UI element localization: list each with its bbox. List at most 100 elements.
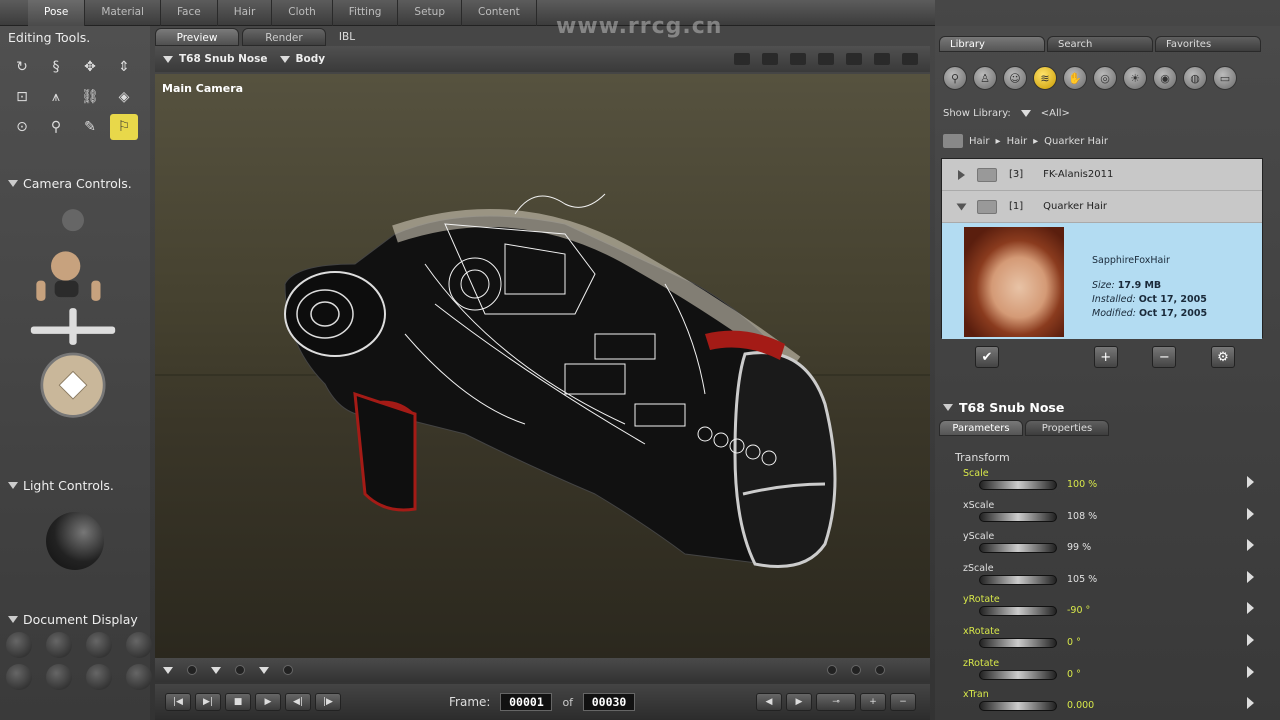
render-area-icon[interactable] <box>790 53 806 65</box>
dial-expand-arrow-icon[interactable] <box>1247 602 1254 615</box>
background-color-icon[interactable] <box>874 53 890 65</box>
expressions-category-icon[interactable]: ☺ <box>1003 66 1027 90</box>
previous-keyframe-button[interactable]: ◀ <box>756 693 782 711</box>
tab-parameters[interactable]: Parameters <box>939 420 1023 436</box>
materials-category-icon[interactable]: ◍ <box>1183 66 1207 90</box>
tab-library[interactable]: Library <box>939 36 1045 52</box>
dial-expand-arrow-icon[interactable] <box>1247 476 1254 488</box>
tab-ibl[interactable]: IBL <box>329 28 365 46</box>
body-part-menu[interactable]: Body <box>296 53 326 65</box>
dial-value[interactable]: -90 ° <box>1067 605 1090 616</box>
library-options-icon[interactable]: ⚙ <box>1210 346 1235 368</box>
apply-checkmark-icon[interactable]: ✔ <box>975 346 999 368</box>
stop-button[interactable]: ■ <box>225 693 251 711</box>
face-camera-icon[interactable] <box>51 251 81 281</box>
first-frame-button[interactable]: |◀ <box>165 693 191 711</box>
translate-in-out-tool-icon[interactable]: ⇕ <box>110 54 138 80</box>
display-style-flat-shaded-icon[interactable] <box>46 664 72 690</box>
dial-slider[interactable] <box>979 511 1057 522</box>
figure-menu-triangle-icon[interactable] <box>163 666 173 674</box>
taper-tool-icon[interactable]: ⩚ <box>42 84 70 110</box>
total-frames-field[interactable]: 00030 <box>583 693 636 711</box>
parent-folder-icon[interactable] <box>943 134 963 148</box>
t68-snub-nose-model[interactable] <box>265 164 845 584</box>
display-style-silhouette-icon[interactable] <box>6 632 32 658</box>
display-menu-triangle-icon[interactable] <box>211 666 221 674</box>
dial-value[interactable]: 105 % <box>1067 574 1097 585</box>
room-tab-fitting[interactable]: Fitting <box>333 0 399 26</box>
view-magnifier-tool-icon[interactable]: ⚲ <box>42 114 70 140</box>
collapse-triangle-icon[interactable] <box>943 404 953 411</box>
room-tab-hair[interactable]: Hair <box>218 0 273 26</box>
tracking-mode-icon[interactable] <box>283 665 293 675</box>
room-tab-cloth[interactable]: Cloth <box>272 0 333 26</box>
current-frame-field[interactable]: 00001 <box>500 693 553 711</box>
show-library-dropdown-icon[interactable] <box>1020 110 1031 117</box>
fly-around-icon[interactable] <box>734 53 750 65</box>
parameter-dial-row[interactable]: yRotate -90 ° <box>963 594 1273 626</box>
morphing-tool-icon[interactable]: ✎ <box>76 114 104 140</box>
hair-category-icon[interactable]: ≋ <box>1033 66 1057 90</box>
dial-value[interactable]: 108 % <box>1067 511 1097 522</box>
transform-group-label[interactable]: Transform <box>955 451 1010 464</box>
dial-expand-arrow-icon[interactable] <box>1247 633 1254 646</box>
dial-slider[interactable] <box>979 574 1057 585</box>
actor-menu[interactable]: T68 Snub Nose <box>179 53 268 65</box>
direct-manipulation-tool-icon[interactable]: ⚐ <box>110 114 138 140</box>
collapse-triangle-icon[interactable] <box>8 482 18 489</box>
dial-slider[interactable] <box>979 701 1057 712</box>
room-tab-content[interactable]: Content <box>462 0 537 26</box>
show-library-select[interactable]: <All> <box>1041 108 1070 119</box>
rotate-tool-icon[interactable]: ↻ <box>8 54 36 80</box>
list-item[interactable]: [3] FK-Alanis2011 <box>942 159 1262 191</box>
tab-search[interactable]: Search <box>1047 36 1153 52</box>
parameter-dial-row[interactable]: xRotate 0 ° <box>963 626 1273 658</box>
dial-value[interactable]: 100 % <box>1067 479 1097 490</box>
dial-slider[interactable] <box>979 543 1057 554</box>
breadcrumb-item[interactable]: Quarker Hair <box>1044 136 1108 147</box>
hair-thumbnail[interactable] <box>964 227 1064 337</box>
tab-preview[interactable]: Preview <box>155 28 239 46</box>
breadcrumb-item[interactable]: Hair <box>1007 136 1028 147</box>
props-category-icon[interactable]: ◎ <box>1093 66 1117 90</box>
collapse-triangle-icon[interactable] <box>8 180 18 187</box>
room-tab-setup[interactable]: Setup <box>398 0 462 26</box>
dial-expand-arrow-icon[interactable] <box>1247 570 1254 583</box>
figure-style-icon[interactable] <box>187 665 197 675</box>
ground-plane-icon[interactable] <box>846 53 862 65</box>
lights-category-icon[interactable]: ☀ <box>1123 66 1147 90</box>
dial-value[interactable]: 0 ° <box>1067 637 1081 648</box>
expand-triangle-icon[interactable] <box>956 203 967 210</box>
parameter-dial-row[interactable]: zScale 105 % <box>963 563 1273 595</box>
play-button[interactable]: ▶ <box>255 693 281 711</box>
light-sphere-control[interactable] <box>46 512 104 570</box>
dial-slider[interactable] <box>979 669 1057 680</box>
parameter-dial-row[interactable]: zRotate 0 ° <box>963 658 1273 690</box>
dial-value[interactable]: 99 % <box>1067 542 1091 553</box>
scenes-category-icon[interactable]: ▭ <box>1213 66 1237 90</box>
display-style-flat-lined-icon[interactable] <box>86 664 112 690</box>
camera-controls-widget[interactable] <box>18 196 128 446</box>
document-viewport[interactable]: Main Camera <box>155 74 930 658</box>
display-style-cartoon-icon[interactable] <box>126 664 152 690</box>
parameter-dial-row[interactable]: xTran 0.000 <box>963 689 1273 720</box>
parameter-dial-row[interactable]: yScale 99 % <box>963 531 1273 563</box>
dial-slider[interactable] <box>979 637 1057 648</box>
left-hand-camera-icon[interactable] <box>36 280 46 301</box>
dial-slider[interactable] <box>979 480 1057 490</box>
parameter-dial-row[interactable]: Scale 100 % <box>963 468 1273 500</box>
expand-triangle-icon[interactable] <box>958 169 965 180</box>
parameter-dial-row[interactable]: xScale 108 % <box>963 500 1273 532</box>
add-to-library-icon[interactable]: + <box>1093 346 1118 368</box>
last-frame-button[interactable]: ▶| <box>195 693 221 711</box>
tab-properties[interactable]: Properties <box>1025 420 1109 436</box>
twist-tool-icon[interactable]: § <box>42 54 70 80</box>
dial-slider[interactable] <box>979 606 1057 617</box>
body-part-menu-triangle-icon[interactable] <box>279 55 290 63</box>
room-tab-material[interactable]: Material <box>85 0 161 26</box>
actor-menu-triangle-icon[interactable] <box>163 55 173 63</box>
dial-value[interactable]: 0.000 <box>1067 700 1094 711</box>
breadcrumb-item[interactable]: Hair <box>969 136 990 147</box>
shadow-display-icon[interactable] <box>851 665 861 675</box>
poses-category-icon[interactable]: ♙ <box>973 66 997 90</box>
